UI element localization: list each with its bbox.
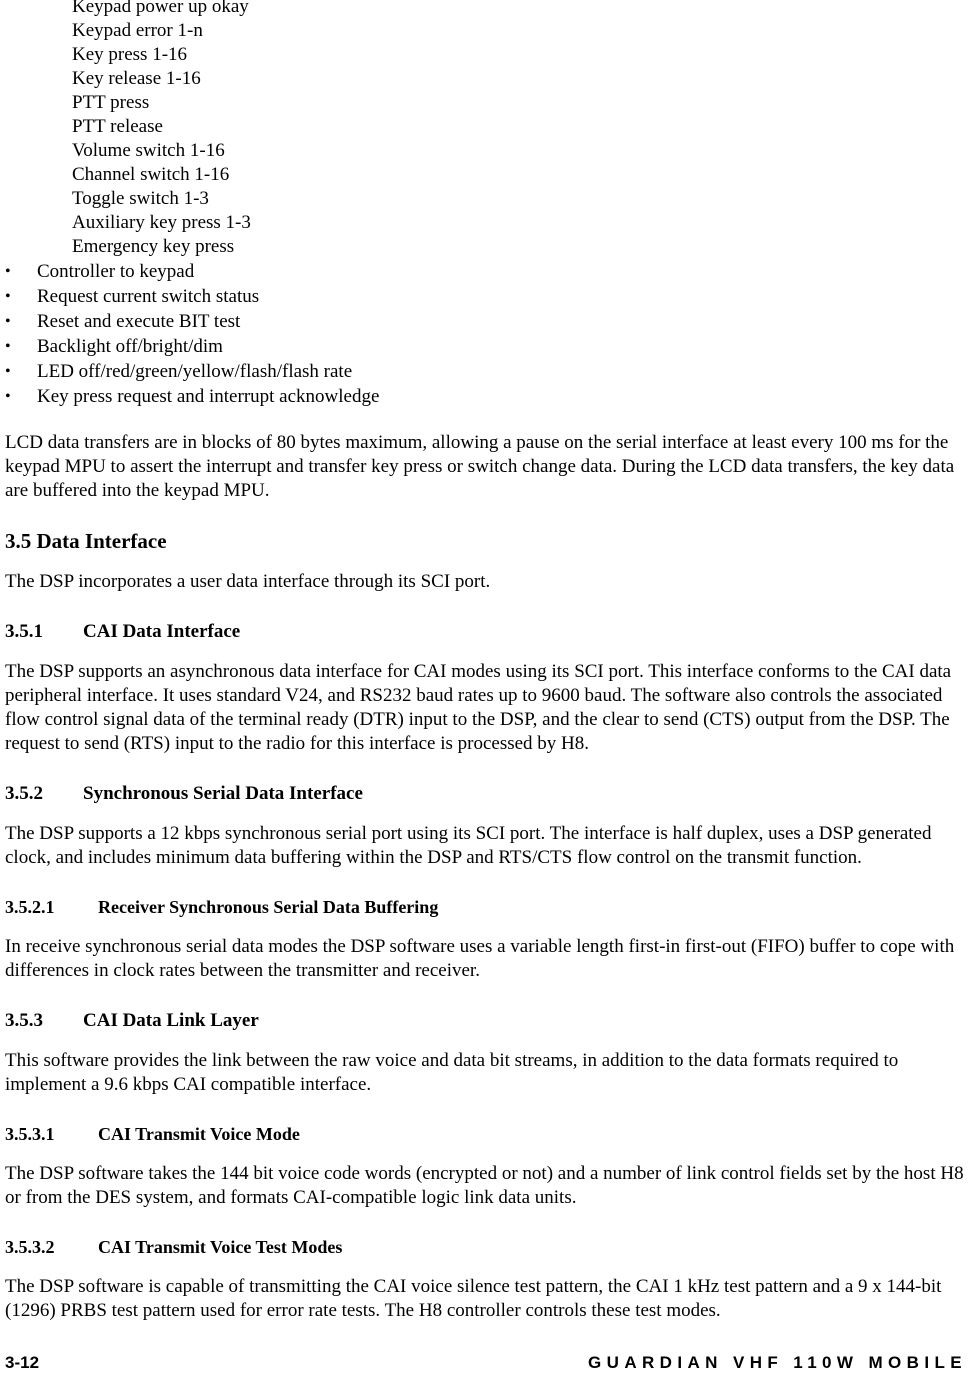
list-item: • Controller to keypad (5, 259, 967, 284)
controller-bullet-list: • Controller to keypad • Request current… (5, 259, 967, 409)
list-item-label: Keypad error 1-n (72, 20, 203, 41)
list-item-label: Key press 1-16 (72, 44, 188, 65)
section-3-5-paragraph: The DSP incorporates a user data interfa… (5, 571, 491, 592)
footer-page-number: 3-12 (5, 1353, 40, 1372)
heading-title: Receiver Synchronous Serial Data Bufferi… (98, 897, 439, 917)
heading-3-5-2: 3.5.2 Synchronous Serial Data Interface (5, 782, 967, 805)
list-item-label: PTT release (72, 116, 163, 137)
list-item: • Reset and execute BIT test (5, 309, 967, 334)
lcd-data-paragraph: LCD data transfers are in blocks of 80 b… (5, 432, 955, 501)
section-3-5-3-1-paragraph: The DSP software takes the 144 bit voice… (5, 1163, 964, 1208)
bullet-icon: • (5, 288, 11, 305)
bullet-icon: • (5, 313, 11, 330)
bullet-icon: • (5, 263, 11, 280)
list-item-label: Toggle switch 1-3 (72, 188, 209, 209)
heading-number: 3.5.3.2 (5, 1237, 55, 1257)
heading-number: 3.5.2.1 (5, 897, 55, 917)
heading-number: 3.5.2 (5, 783, 43, 804)
bullet-icon: • (5, 363, 11, 380)
heading-title: CAI Transmit Voice Test Modes (98, 1237, 343, 1257)
list-item-label: Backlight off/bright/dim (37, 336, 223, 357)
list-item: Key press 1-16 (5, 43, 967, 67)
list-item-label: Keypad power up okay (72, 0, 249, 17)
list-item-label: Channel switch 1-16 (72, 164, 230, 185)
heading-3-5-3-1: 3.5.3.1 CAI Transmit Voice Mode (5, 1123, 967, 1145)
list-item: Key release 1-16 (5, 67, 967, 91)
list-item-label: Reset and execute BIT test (37, 311, 241, 332)
heading-3-5-3-2: 3.5.3.2 CAI Transmit Voice Test Modes (5, 1236, 967, 1258)
list-item: Toggle switch 1-3 (5, 187, 967, 211)
heading-title: CAI Data Interface (83, 621, 241, 642)
section-3-5-2-1-paragraph: In receive synchronous serial data modes… (5, 936, 955, 981)
list-item: • LED off/red/green/yellow/flash/flash r… (5, 359, 967, 384)
list-item-label: PTT press (72, 92, 150, 113)
list-item-label: LED off/red/green/yellow/flash/flash rat… (37, 361, 353, 382)
list-item-label: Auxiliary key press 1-3 (72, 212, 251, 233)
list-item: • Key press request and interrupt acknow… (5, 384, 967, 409)
list-item: Volume switch 1-16 (5, 139, 967, 163)
heading-3-5: 3.5 Data Interface (5, 529, 167, 553)
heading-title: CAI Data Link Layer (83, 1010, 259, 1031)
list-item-label: Volume switch 1-16 (72, 140, 225, 161)
list-item-label: Emergency key press (72, 236, 235, 257)
heading-number: 3.5.1 (5, 621, 43, 642)
list-item: • Backlight off/bright/dim (5, 334, 967, 359)
bullet-icon: • (5, 338, 11, 355)
heading-title: Synchronous Serial Data Interface (83, 783, 363, 804)
heading-3-5-3: 3.5.3 CAI Data Link Layer (5, 1009, 967, 1032)
list-item-label: Request current switch status (37, 286, 260, 307)
page-content: Keypad power up okay Keypad error 1-n Ke… (0, 0, 973, 1323)
section-3-5-2-paragraph: The DSP supports a 12 kbps synchronous s… (5, 823, 932, 868)
heading-number: 3.5.3.1 (5, 1124, 55, 1144)
heading-number: 3.5.3 (5, 1010, 43, 1031)
keypad-message-list: Keypad power up okay Keypad error 1-n Ke… (5, 0, 967, 259)
document-page: Keypad power up okay Keypad error 1-n Ke… (0, 0, 973, 1391)
footer-document-title: GUARDIAN VHF 110W MOBILE (588, 1353, 967, 1372)
heading-3-5-2-1: 3.5.2.1 Receiver Synchronous Serial Data… (5, 896, 967, 918)
heading-3-5-1: 3.5.1 CAI Data Interface (5, 620, 967, 643)
list-item: • Request current switch status (5, 284, 967, 309)
list-item: Keypad power up okay (5, 0, 967, 19)
section-3-5-3-paragraph: This software provides the link between … (5, 1050, 899, 1095)
list-item-label: Key release 1-16 (72, 68, 201, 89)
list-item: PTT release (5, 115, 967, 139)
bullet-icon: • (5, 388, 11, 405)
section-3-5-1-paragraph: The DSP supports an asynchronous data in… (5, 661, 952, 754)
list-item: PTT press (5, 91, 967, 115)
list-item: Emergency key press (5, 235, 967, 259)
heading-title: CAI Transmit Voice Mode (98, 1124, 300, 1144)
page-footer: 3-12 GUARDIAN VHF 110W MOBILE (0, 1353, 973, 1373)
list-item: Auxiliary key press 1-3 (5, 211, 967, 235)
section-3-5-3-2-paragraph: The DSP software is capable of transmitt… (5, 1276, 942, 1321)
list-item-label: Key press request and interrupt acknowle… (37, 386, 380, 407)
list-item-label: Controller to keypad (37, 261, 195, 282)
list-item: Keypad error 1-n (5, 19, 967, 43)
list-item: Channel switch 1-16 (5, 163, 967, 187)
